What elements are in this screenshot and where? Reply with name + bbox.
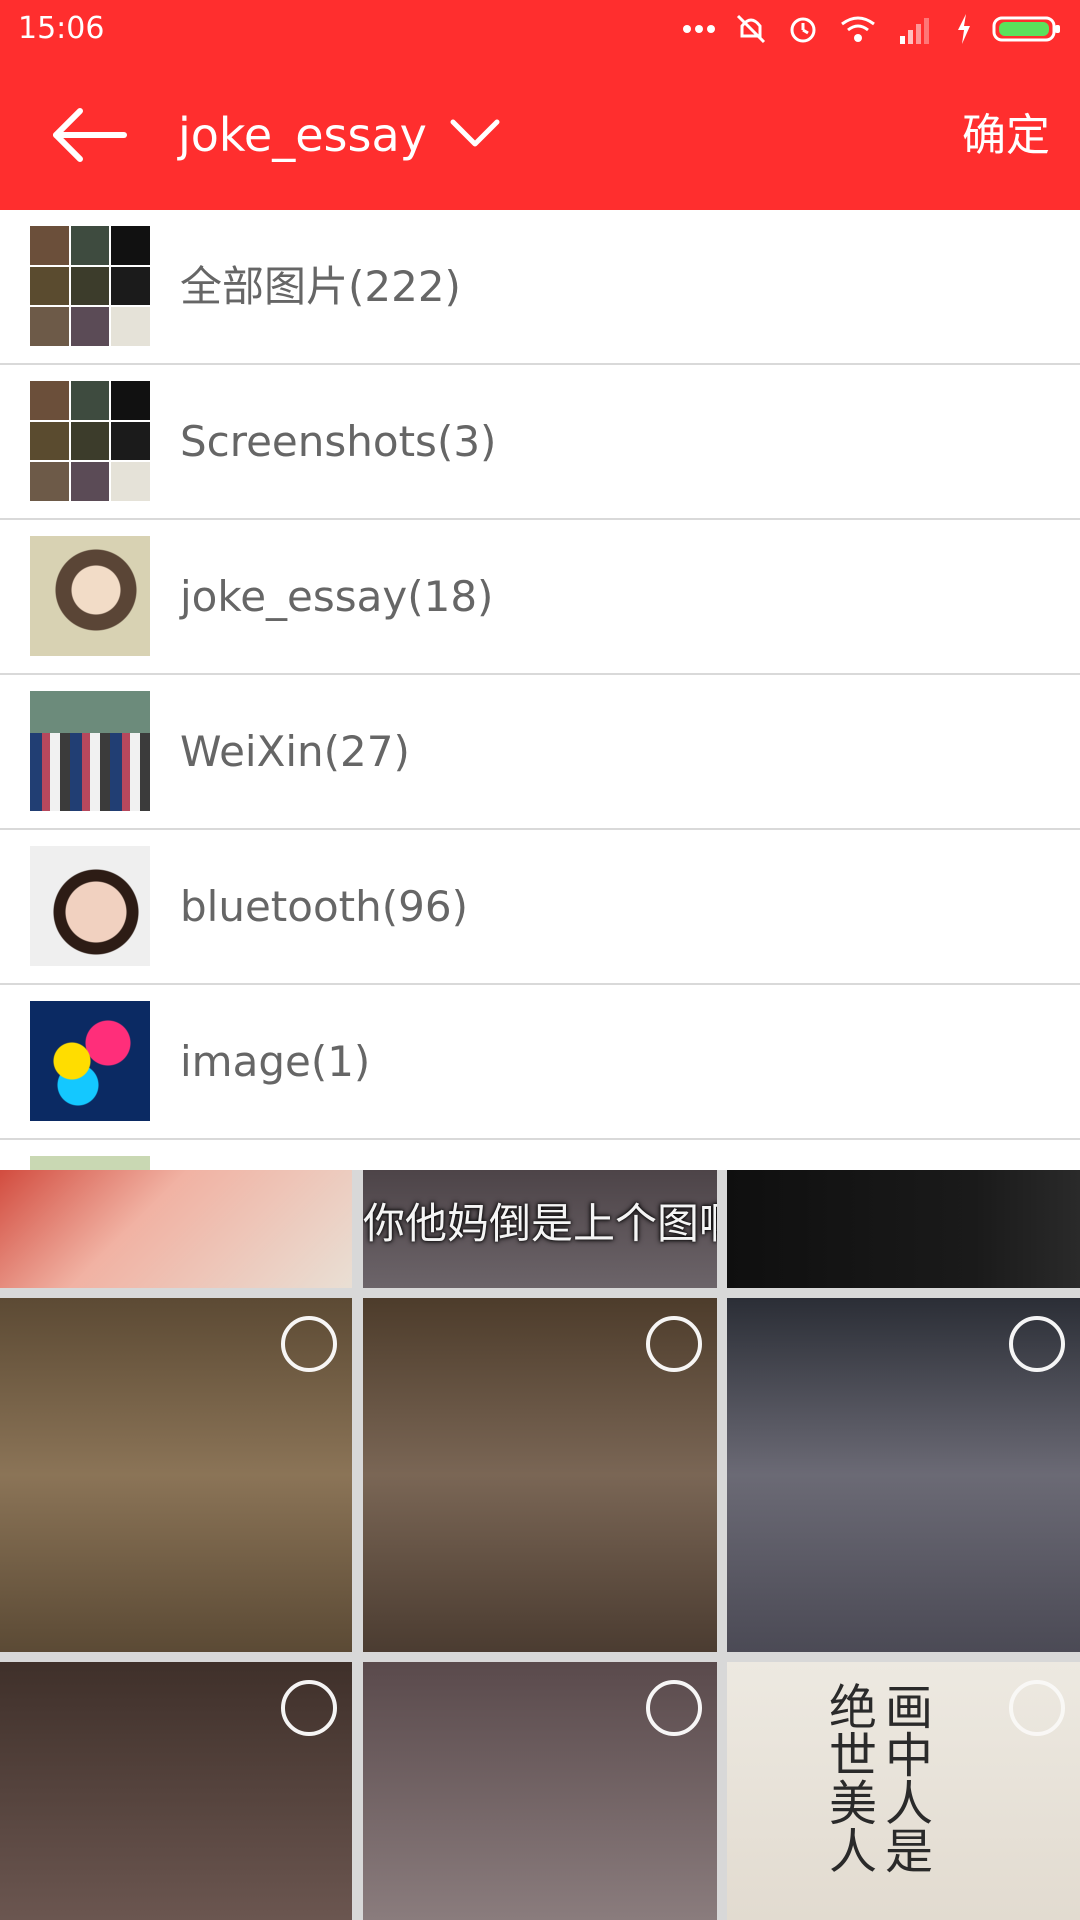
- back-button[interactable]: [50, 105, 130, 165]
- photo-tile[interactable]: [363, 1662, 717, 1920]
- status-bar: 15:06: [0, 0, 1080, 60]
- photo-tile[interactable]: [0, 1662, 352, 1920]
- album-item-label: 全部图片(222): [180, 262, 461, 311]
- album-thumbnail: [30, 226, 150, 346]
- select-circle-icon[interactable]: [281, 1316, 337, 1372]
- album-item-image[interactable]: image(1): [0, 985, 1080, 1140]
- select-circle-icon[interactable]: [1009, 1680, 1065, 1736]
- chevron-down-icon: [449, 116, 501, 154]
- album-item-joke-essay[interactable]: joke_essay(18): [0, 520, 1080, 675]
- album-item-screenshots[interactable]: Screenshots(3): [0, 365, 1080, 520]
- status-icons: [682, 12, 1062, 46]
- photo-tile[interactable]: [727, 1170, 1080, 1288]
- album-thumbnail: [30, 381, 150, 501]
- signal-icon: [896, 12, 936, 46]
- album-selector[interactable]: joke_essay: [178, 100, 501, 170]
- album-thumbnail: [30, 1156, 150, 1170]
- album-item-bluetooth[interactable]: bluetooth(96): [0, 830, 1080, 985]
- album-item-weixin[interactable]: WeiXin(27): [0, 675, 1080, 830]
- select-circle-icon[interactable]: [281, 1680, 337, 1736]
- photo-tile[interactable]: [363, 1298, 717, 1652]
- photo-vertical-text: 画中人是绝世美人: [820, 1682, 932, 1874]
- photo-grid: 你他妈倒是上个图啊 画中人是绝世美人: [0, 1170, 1080, 1920]
- album-item-label: WeiXin(27): [180, 727, 410, 776]
- album-thumbnail: [30, 536, 150, 656]
- album-thumbnail: [30, 846, 150, 966]
- more-dots-icon: [682, 24, 716, 34]
- album-thumbnail: [30, 1001, 150, 1121]
- photo-tile[interactable]: 你他妈倒是上个图啊: [363, 1170, 717, 1288]
- album-item-label: bluetooth(96): [180, 882, 468, 931]
- album-item-label: joke_essay(18): [180, 572, 494, 621]
- status-time: 15:06: [18, 11, 105, 46]
- charging-icon: [954, 12, 974, 46]
- app-bar: joke_essay 确定: [0, 60, 1080, 210]
- select-circle-icon[interactable]: [646, 1316, 702, 1372]
- album-title: joke_essay: [178, 108, 427, 162]
- album-item-label: Screenshots(3): [180, 417, 497, 466]
- confirm-button[interactable]: 确定: [962, 108, 1050, 164]
- alarm-icon: [786, 12, 820, 46]
- photo-tile[interactable]: [0, 1170, 352, 1288]
- photo-tile[interactable]: [727, 1298, 1080, 1652]
- select-circle-icon[interactable]: [646, 1680, 702, 1736]
- silent-mode-icon: [734, 12, 768, 46]
- album-thumbnail: [30, 691, 150, 811]
- album-item-all[interactable]: 全部图片(222): [0, 210, 1080, 365]
- select-circle-icon[interactable]: [1009, 1316, 1065, 1372]
- album-item-partial[interactable]: [0, 1140, 1080, 1170]
- wifi-icon: [838, 12, 878, 46]
- battery-icon: [992, 12, 1062, 46]
- arrow-left-icon: [50, 108, 130, 169]
- photo-tile[interactable]: [0, 1298, 352, 1652]
- photo-caption: 你他妈倒是上个图啊: [363, 1199, 717, 1248]
- album-item-label: image(1): [180, 1037, 371, 1086]
- album-dropdown-list: 全部图片(222) Screenshots(3) joke_essay(18) …: [0, 210, 1080, 1170]
- photo-tile[interactable]: 画中人是绝世美人: [727, 1662, 1080, 1920]
